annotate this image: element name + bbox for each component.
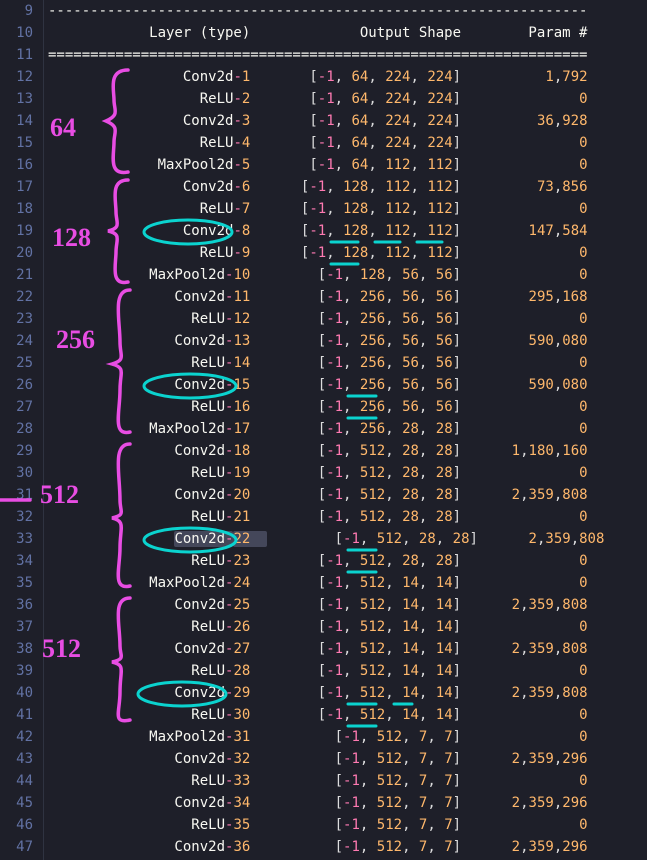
line-number: 26 — [10, 374, 33, 396]
line-number: 37 — [10, 616, 33, 638]
line-number: 11 — [10, 44, 33, 66]
code-line[interactable]: Conv2d-15 [-1, 256, 56, 56] 590,080 — [48, 374, 647, 396]
code-line[interactable]: ReLU-21 [-1, 512, 28, 28] 0 — [48, 506, 647, 528]
code-editor: 9101112131415161718192021222324252627282… — [0, 0, 647, 860]
line-number: 18 — [10, 198, 33, 220]
code-line[interactable]: Conv2d-13 [-1, 256, 56, 56] 590,080 — [48, 330, 647, 352]
code-line[interactable]: Conv2d-22 [-1, 512, 28, 28] 2,359,808 — [48, 528, 647, 550]
line-number: 24 — [10, 330, 33, 352]
line-number: 43 — [10, 748, 33, 770]
line-number: 22 — [10, 286, 33, 308]
code-line[interactable]: ReLU-12 [-1, 256, 56, 56] 0 — [48, 308, 647, 330]
line-number: 27 — [10, 396, 33, 418]
code-line[interactable]: Conv2d-6 [-1, 128, 112, 112] 73,856 — [48, 176, 647, 198]
code-line[interactable]: ReLU-23 [-1, 512, 28, 28] 0 — [48, 550, 647, 572]
code-line[interactable]: Conv2d-3 [-1, 64, 224, 224] 36,928 — [48, 110, 647, 132]
code-area[interactable]: ----------------------------------------… — [44, 0, 647, 860]
code-line[interactable]: Conv2d-20 [-1, 512, 28, 28] 2,359,808 — [48, 484, 647, 506]
code-line[interactable]: Conv2d-18 [-1, 512, 28, 28] 1,180,160 — [48, 440, 647, 462]
line-number: 29 — [10, 440, 33, 462]
line-number: 46 — [10, 814, 33, 836]
line-number: 21 — [10, 264, 33, 286]
line-number: 30 — [10, 462, 33, 484]
code-line[interactable]: Conv2d-32 [-1, 512, 7, 7] 2,359,296 — [48, 748, 647, 770]
code-line[interactable]: ReLU-7 [-1, 128, 112, 112] 0 — [48, 198, 647, 220]
line-number: 19 — [10, 220, 33, 242]
line-number: 44 — [10, 770, 33, 792]
line-number: 33 — [10, 528, 33, 550]
line-number: 16 — [10, 154, 33, 176]
code-line[interactable]: Layer (type) Output Shape Param # — [48, 22, 647, 44]
line-number: 25 — [10, 352, 33, 374]
line-number: 38 — [10, 638, 33, 660]
line-number: 23 — [10, 308, 33, 330]
code-line[interactable]: ReLU-33 [-1, 512, 7, 7] 0 — [48, 770, 647, 792]
line-number: 10 — [10, 22, 33, 44]
line-number: 15 — [10, 132, 33, 154]
code-line[interactable]: Conv2d-34 [-1, 512, 7, 7] 2,359,296 — [48, 792, 647, 814]
code-line[interactable]: Conv2d-11 [-1, 256, 56, 56] 295,168 — [48, 286, 647, 308]
line-number: 20 — [10, 242, 33, 264]
code-line[interactable]: MaxPool2d-5 [-1, 64, 112, 112] 0 — [48, 154, 647, 176]
line-number: 45 — [10, 792, 33, 814]
code-line[interactable]: ReLU-35 [-1, 512, 7, 7] 0 — [48, 814, 647, 836]
line-number: 47 — [10, 836, 33, 858]
code-line[interactable]: ========================================… — [48, 44, 647, 66]
code-line[interactable]: ReLU-2 [-1, 64, 224, 224] 0 — [48, 88, 647, 110]
line-number: 9 — [10, 0, 33, 22]
code-line[interactable]: Conv2d-27 [-1, 512, 14, 14] 2,359,808 — [48, 638, 647, 660]
line-number: 34 — [10, 550, 33, 572]
code-line[interactable]: ReLU-14 [-1, 256, 56, 56] 0 — [48, 352, 647, 374]
code-line[interactable]: MaxPool2d-17 [-1, 256, 28, 28] 0 — [48, 418, 647, 440]
code-line[interactable]: Conv2d-8 [-1, 128, 112, 112] 147,584 — [48, 220, 647, 242]
code-line[interactable]: Conv2d-36 [-1, 512, 7, 7] 2,359,296 — [48, 836, 647, 858]
line-number: 42 — [10, 726, 33, 748]
code-line[interactable]: Conv2d-1 [-1, 64, 224, 224] 1,792 — [48, 66, 647, 88]
line-number: 41 — [10, 704, 33, 726]
code-line[interactable]: ----------------------------------------… — [48, 0, 647, 22]
line-number: 35 — [10, 572, 33, 594]
code-line[interactable]: Conv2d-25 [-1, 512, 14, 14] 2,359,808 — [48, 594, 647, 616]
line-number: 39 — [10, 660, 33, 682]
code-line[interactable]: ReLU-28 [-1, 512, 14, 14] 0 — [48, 660, 647, 682]
code-line[interactable]: ReLU-16 [-1, 256, 56, 56] 0 — [48, 396, 647, 418]
line-number: 32 — [10, 506, 33, 528]
code-line[interactable]: Conv2d-29 [-1, 512, 14, 14] 2,359,808 — [48, 682, 647, 704]
code-line[interactable]: ReLU-26 [-1, 512, 14, 14] 0 — [48, 616, 647, 638]
code-line[interactable]: ReLU-19 [-1, 512, 28, 28] 0 — [48, 462, 647, 484]
line-number: 28 — [10, 418, 33, 440]
line-number: 36 — [10, 594, 33, 616]
code-line[interactable]: MaxPool2d-31 [-1, 512, 7, 7] 0 — [48, 726, 647, 748]
code-line[interactable]: MaxPool2d-10 [-1, 128, 56, 56] 0 — [48, 264, 647, 286]
code-line[interactable]: ReLU-30 [-1, 512, 14, 14] 0 — [48, 704, 647, 726]
line-number: 13 — [10, 88, 33, 110]
code-line[interactable]: ReLU-4 [-1, 64, 224, 224] 0 — [48, 132, 647, 154]
line-number: 12 — [10, 66, 33, 88]
line-number: 31 — [10, 484, 33, 506]
line-number-gutter: 9101112131415161718192021222324252627282… — [0, 0, 44, 860]
code-line[interactable]: ReLU-9 [-1, 128, 112, 112] 0 — [48, 242, 647, 264]
line-number: 17 — [10, 176, 33, 198]
line-number: 14 — [10, 110, 33, 132]
code-line[interactable]: MaxPool2d-24 [-1, 512, 14, 14] 0 — [48, 572, 647, 594]
line-number: 40 — [10, 682, 33, 704]
